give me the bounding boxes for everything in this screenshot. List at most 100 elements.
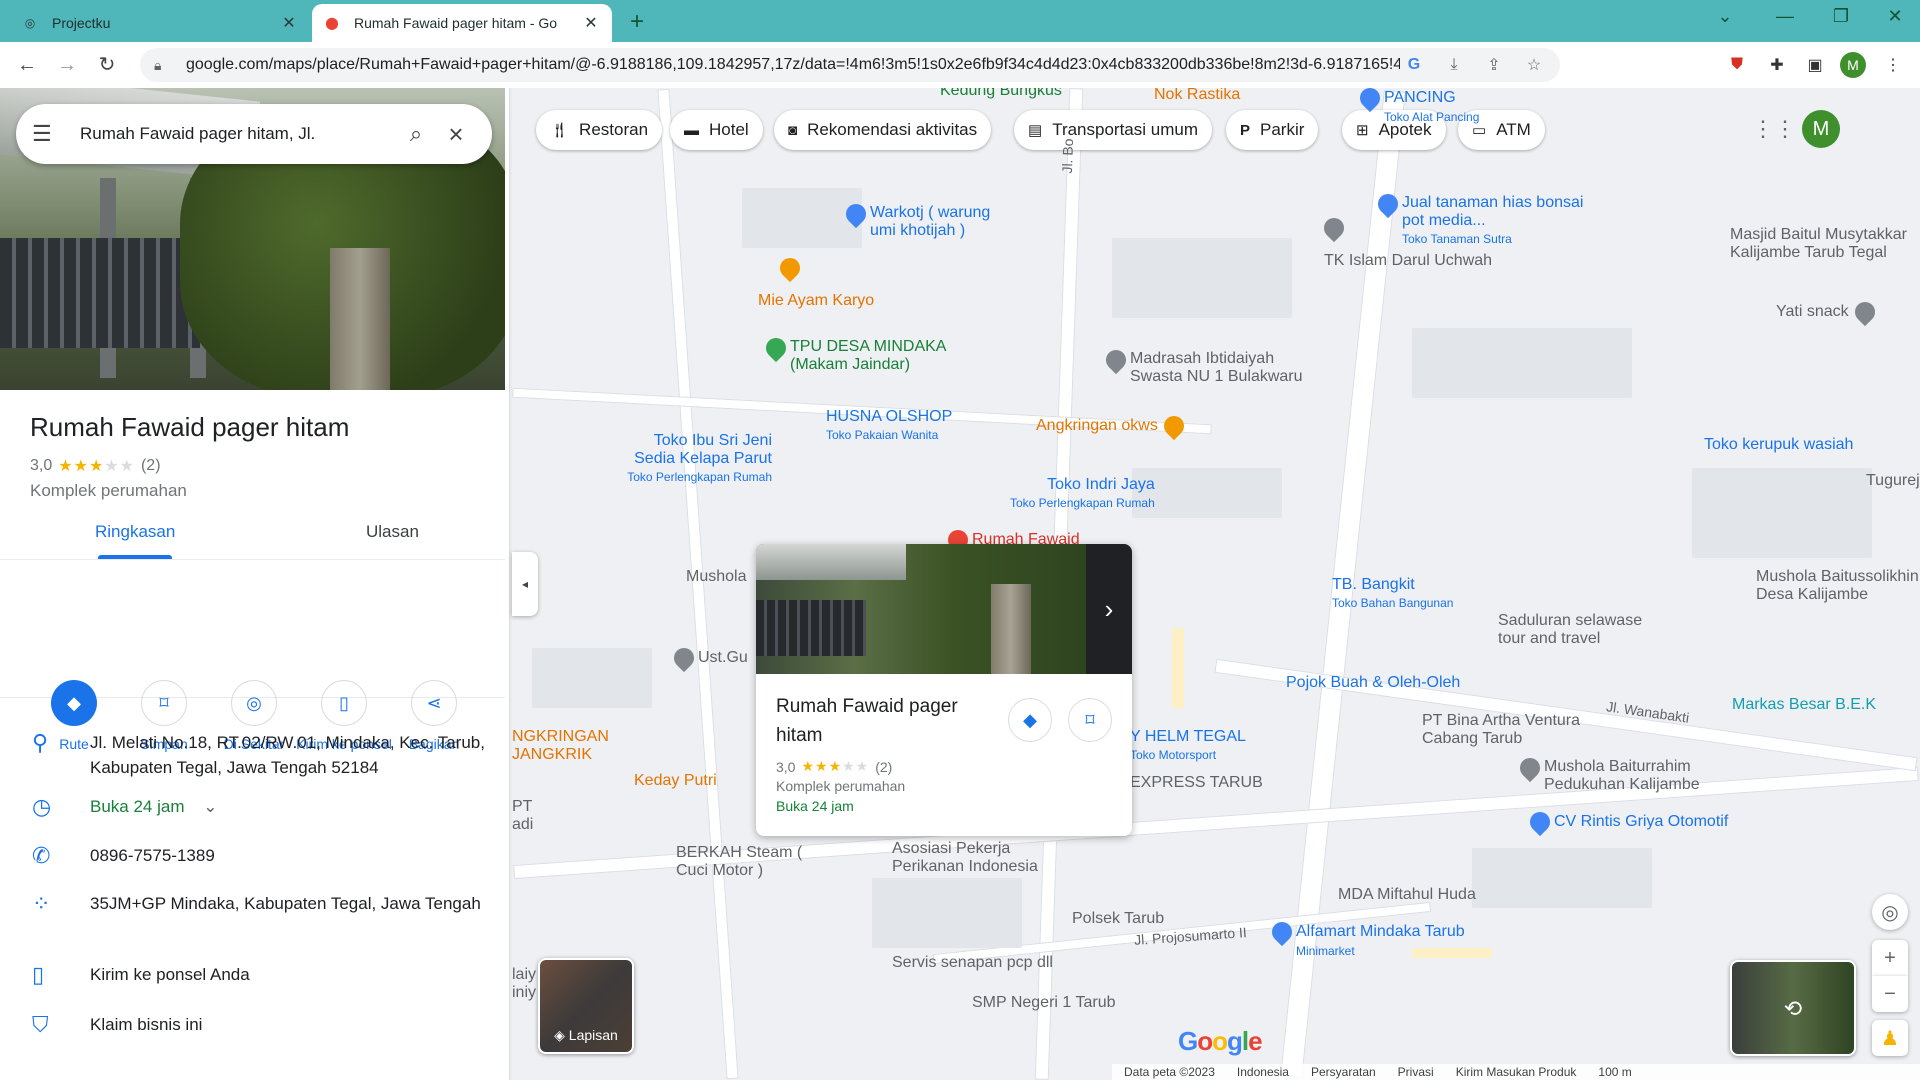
zoom-in-button[interactable]: + xyxy=(1872,940,1908,976)
close-tab-icon[interactable]: ✕ xyxy=(582,13,600,33)
close-window-button[interactable]: ✕ xyxy=(1880,6,1910,27)
close-tab-icon[interactable]: ✕ xyxy=(280,13,298,33)
poi[interactable]: CV Rintis Griya Otomotif xyxy=(1525,807,1728,837)
poi[interactable]: Masjid Baitul Musytakkar Kalijambe Tarub… xyxy=(1730,226,1920,262)
chip-restaurant[interactable]: 🍴︎ Restoran xyxy=(536,110,663,150)
poi[interactable]: Servis senapan pcp dll xyxy=(892,954,1053,972)
minimize-button[interactable]: — xyxy=(1770,6,1800,27)
poi[interactable]: PT adi xyxy=(512,798,534,834)
card-title[interactable]: Rumah Fawaid pager hitam xyxy=(776,692,996,750)
hamburger-menu-icon[interactable]: ☰ xyxy=(32,121,62,147)
poi[interactable]: Ust.Gu xyxy=(669,643,748,673)
place-info-card[interactable]: › Rumah Fawaid pager hitam 3,0 ★★★★★ (2)… xyxy=(756,544,1132,836)
layers-button[interactable]: ◈ Lapisan xyxy=(538,958,634,1054)
tab-projectku[interactable]: ◎ Projectku ✕ xyxy=(10,4,310,42)
chip-parking[interactable]: P Parkir xyxy=(1226,110,1319,150)
place-category[interactable]: Komplek perumahan xyxy=(30,481,187,501)
poi[interactable]: Angkringan okws xyxy=(1036,411,1188,441)
card-directions-button[interactable]: ◆ xyxy=(1008,698,1052,742)
poi[interactable]: Mushola Baitussolikhin Desa Kalijambe xyxy=(1756,568,1920,604)
close-icon[interactable]: × xyxy=(436,119,476,150)
tab-search-icon[interactable]: ⌄ xyxy=(1710,6,1740,27)
search-icon[interactable]: ⌕ xyxy=(396,121,436,147)
chevron-down-icon[interactable]: ⌄ xyxy=(203,797,217,816)
phone-row[interactable]: ✆ 0896-7575-1389 xyxy=(0,843,505,869)
account-avatar[interactable]: M xyxy=(1802,110,1840,148)
lock-icon[interactable]: 🔒︎ xyxy=(154,57,172,74)
poi[interactable]: Tugurej xyxy=(1866,472,1920,490)
poi[interactable]: PT Bina Artha Ventura Cabang Tarub xyxy=(1422,712,1612,748)
send-to-phone-row[interactable]: ▯ Kirim ke ponsel Anda xyxy=(0,962,505,988)
poi[interactable] xyxy=(1319,213,1349,243)
poi[interactable]: EXPRESS TARUB xyxy=(1130,774,1263,792)
back-button[interactable]: ← xyxy=(12,50,42,80)
poi[interactable] xyxy=(775,253,805,283)
street-view-thumbnail[interactable]: ⟲ xyxy=(1730,960,1856,1056)
poi[interactable]: Toko kerupuk wasiah xyxy=(1704,436,1853,454)
card-photo[interactable] xyxy=(756,544,1086,674)
pegman-icon[interactable]: ♟ xyxy=(1872,1020,1908,1056)
extensions-puzzle-icon[interactable]: ✚ xyxy=(1764,52,1790,78)
collapse-panel-button[interactable]: ◂ xyxy=(512,552,538,616)
chip-hotel[interactable]: ▬ Hotel xyxy=(670,110,763,150)
poi[interactable]: Kedung Bungkus xyxy=(940,88,1062,100)
hours-row[interactable]: ◷ Buka 24 jam ⌄ xyxy=(0,794,505,820)
poi[interactable]: Yati snack xyxy=(1776,297,1879,327)
install-app-icon[interactable]: ⤓ xyxy=(1440,51,1468,79)
poi[interactable]: TB. Bangkit Toko Bahan Bangunan xyxy=(1332,576,1453,612)
poi[interactable]: PANCING Toko Alat Pancing xyxy=(1355,88,1479,126)
extension-shield-icon[interactable]: ⛊ xyxy=(1724,52,1750,78)
poi[interactable]: laiy iniy xyxy=(512,966,536,1002)
poi[interactable]: BERKAH Steam ( Cuci Motor ) xyxy=(676,844,816,880)
poi[interactable]: Polsek Tarub xyxy=(1072,910,1164,928)
profile-avatar[interactable]: M xyxy=(1840,52,1866,78)
poi[interactable]: Y HELM TEGAL Toko Motorsport xyxy=(1130,728,1246,764)
claim-business-row[interactable]: ⛉ Klaim bisnis ini xyxy=(0,1012,505,1038)
address-bar[interactable]: 🔒︎ google.com/maps/place/Rumah+Fawaid+pa… xyxy=(140,48,1560,82)
tab-ulasan[interactable]: Ulasan xyxy=(366,522,419,542)
poi[interactable]: Asosiasi Pekerja Perikanan Indonesia xyxy=(892,840,1062,876)
new-tab-button[interactable]: + xyxy=(622,8,652,38)
plus-code-row[interactable]: ⁘ 35JM+GP Mindaka, Kabupaten Tegal, Jawa… xyxy=(0,891,505,917)
restore-button[interactable]: ❐ xyxy=(1826,6,1856,27)
bookmark-star-icon[interactable]: ☆ xyxy=(1520,51,1548,79)
poi[interactable]: Nok Rastika xyxy=(1154,88,1240,104)
search-box[interactable]: ☰ Rumah Fawaid pager hitam, Jl. ⌕ × xyxy=(16,104,492,164)
poi[interactable]: MDA Miftahul Huda xyxy=(1338,886,1476,904)
poi[interactable]: Toko Ibu Sri Jeni Sedia Kelapa Parut Toko… xyxy=(612,432,772,486)
map-canvas[interactable]: 🍴︎ Restoran ▬ Hotel ◙ Rekomendasi aktivitas… xyxy=(512,88,1920,1080)
poi[interactable]: Pojok Buah & Oleh-Oleh xyxy=(1286,674,1460,692)
card-save-button[interactable]: ⌑ xyxy=(1068,698,1112,742)
poi[interactable]: Saduluran selawase tour and travel xyxy=(1498,612,1658,648)
poi[interactable]: SMP Negeri 1 Tarub xyxy=(972,994,1115,1012)
zoom-out-button[interactable]: − xyxy=(1872,976,1908,1012)
rating-row[interactable]: 3,0 ★★★★★ (2) xyxy=(30,456,161,476)
share-page-icon[interactable]: ⇪ xyxy=(1480,51,1508,79)
side-panel-icon[interactable]: ▣ xyxy=(1802,52,1828,78)
poi[interactable]: Madrasah Ibtidaiyah Swasta NU 1 Bulakwar… xyxy=(1101,345,1330,386)
tab-ringkasan[interactable]: Ringkasan xyxy=(95,522,175,542)
chip-activities[interactable]: ◙ Rekomendasi aktivitas xyxy=(774,110,992,150)
poi[interactable]: Jual tanaman hias bonsai pot media... Tok… xyxy=(1373,189,1592,248)
forward-button[interactable]: → xyxy=(52,50,82,80)
my-location-button[interactable]: ◎ xyxy=(1872,894,1908,930)
poi[interactable]: Mushola Baiturrahim Pedukuhan Kalijambe xyxy=(1515,753,1734,794)
poi[interactable]: Keday Putri xyxy=(634,772,717,790)
reload-button[interactable]: ↻ xyxy=(92,50,122,80)
poi[interactable]: HUSNA OLSHOP Toko Pakaian Wanita xyxy=(826,408,952,444)
poi[interactable]: TK Islam Darul Uchwah xyxy=(1324,252,1492,270)
poi[interactable]: Toko Indri Jaya Toko Perlengkapan Rumah xyxy=(1010,476,1155,512)
review-count[interactable]: (2) xyxy=(141,457,161,475)
poi[interactable]: Alfamart Mindaka Tarub Minimarket xyxy=(1267,917,1465,960)
poi[interactable]: Markas Besar B.E.K xyxy=(1732,696,1876,714)
google-lens-icon[interactable]: G xyxy=(1400,51,1428,79)
poi[interactable]: TPU DESA MINDAKA (Makam Jaindar) xyxy=(761,333,960,374)
poi[interactable]: Warkotj ( warung umi khotijah ) xyxy=(841,199,1010,240)
poi[interactable]: Mushola xyxy=(686,568,746,586)
search-input[interactable]: Rumah Fawaid pager hitam, Jl. xyxy=(62,124,396,144)
more-menu-icon[interactable]: ⋮ xyxy=(1880,52,1906,78)
poi[interactable]: NGKRINGAN JANGKRIK xyxy=(512,728,609,764)
poi[interactable]: Mie Ayam Karyo xyxy=(758,292,874,310)
tab-google-maps[interactable]: ⬤ Rumah Fawaid pager hitam - Go ✕ xyxy=(312,4,612,42)
chip-transit[interactable]: ▤ Transportasi umum xyxy=(1014,110,1212,150)
